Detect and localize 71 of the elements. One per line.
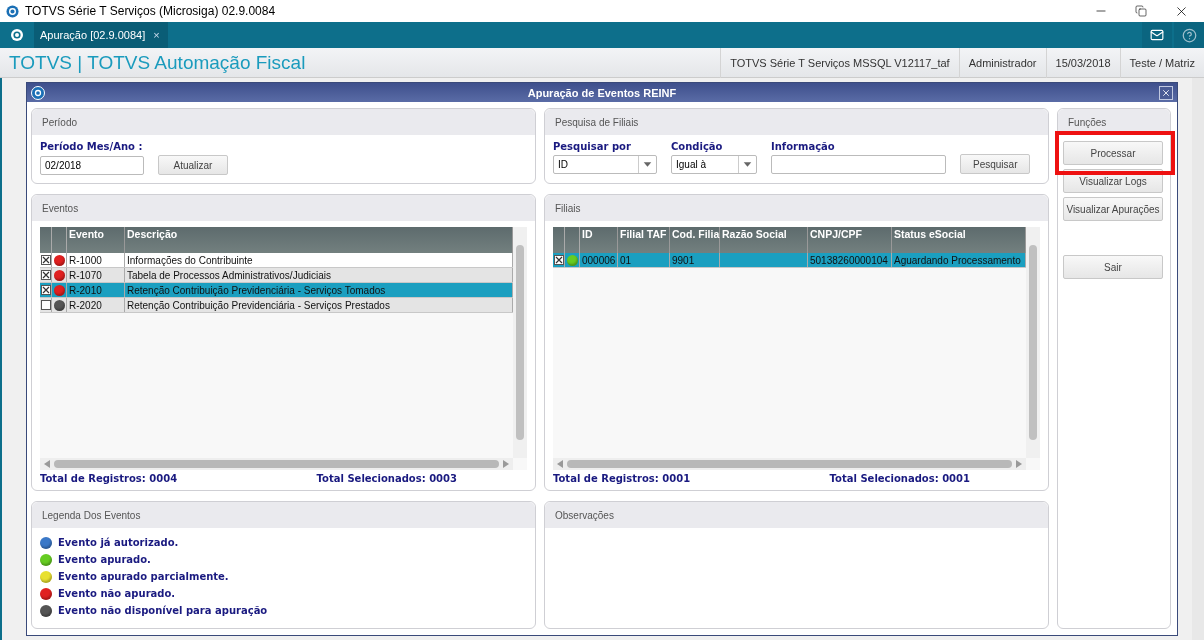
app-logo-icon [6,4,19,18]
table-cell: R-2020 [67,298,125,312]
function-button[interactable]: Processar [1063,141,1163,165]
legend-label: Evento apurado parcialmente. [58,571,229,582]
field-label: Condição [671,141,724,152]
horizontal-scrollbar[interactable] [553,458,1026,470]
panel-title: Funções [1068,116,1107,128]
dropdown[interactable]: Igual à [671,155,757,174]
table-row[interactable]: 000006 01 9901 50138260000104 Aguardando Processamento [553,253,1026,268]
panel-title: Período [42,116,78,128]
table-row[interactable]: R-2010 Retenção Contribuição Previdenciária - Serviços Tomados [40,283,513,298]
checkbox[interactable] [40,270,51,280]
close-icon [1161,87,1171,98]
horizontal-scrollbar[interactable] [40,458,513,470]
panel-title: Filiais [555,202,581,214]
panel-title: Eventos [42,202,79,214]
dropdown[interactable]: ID [553,155,657,174]
checkbox[interactable] [40,255,51,265]
help-icon[interactable] [1181,27,1197,43]
header-info: 15/03/2018 [1045,47,1120,78]
legend-label: Evento não apurado. [58,588,176,599]
input-field[interactable] [771,155,946,174]
mail-icon[interactable] [1150,28,1164,42]
dialog-logo-icon [31,85,45,100]
field-label: Pesquisar por [553,141,632,152]
window-title: TOTVS Série T Serviços (Microsiga) 02.9.0084 [25,4,277,18]
total-records: Total de Registros: 0004 [40,473,178,484]
dialog-title: Apuração de Eventos REINF [526,86,678,99]
header-info: TOTVS Série T Serviços MSSQL V12117_taf [720,47,959,78]
panel-title: Pesquisa de Filiais [555,116,639,128]
app-title: TOTVS | TOTVS Automação Fiscal [8,51,307,74]
search-button[interactable]: Pesquisar [960,154,1030,174]
exit-button[interactable]: Sair [1063,255,1163,279]
table-cell: 01 [618,253,670,267]
total-selected: Total Selecionados: 0003 [316,473,457,484]
period-field[interactable]: 02/2018 [40,156,144,175]
table-cell: R-2010 [67,283,125,297]
checkbox[interactable] [553,255,564,265]
app-tab[interactable]: Apuração [02.9.0084] × [34,22,168,48]
refresh-logo-icon[interactable] [10,28,24,42]
update-button[interactable]: Atualizar [158,155,228,175]
table-cell: 000006 [580,253,618,267]
total-records: Total de Registros: 0001 [553,473,691,484]
field-label: Período Mes/Ano : [40,141,144,152]
vertical-scrollbar[interactable] [513,227,527,458]
table-row[interactable]: R-2020 Retenção Contribuição Previdenciária - Serviços Prestados [40,298,513,313]
legend-label: Evento apurado. [58,554,151,565]
scroll-left-icon[interactable] [44,460,50,468]
legend-label: Evento já autorizado. [58,537,179,548]
table-cell: 50138260000104 [808,253,892,267]
function-button[interactable]: Visualizar Apurações [1063,197,1163,221]
legend-label: Evento não disponível para apuração [58,605,268,616]
vertical-scrollbar[interactable] [1026,227,1040,458]
header-info: Administrador [958,47,1046,78]
field-label: Informação [771,141,836,152]
panel-title: Observações [555,509,614,521]
panel-title: Legenda Dos Eventos [42,509,141,521]
table-row[interactable]: R-1070 Tabela de Processos Administrativos/Judiciais [40,268,513,283]
checkbox[interactable] [40,285,51,295]
header-info: Teste / Matriz [1119,47,1204,78]
restore-icon [1135,5,1147,17]
checkbox[interactable] [40,300,51,310]
scroll-right-icon[interactable] [503,460,509,468]
total-selected: Total Selecionados: 0001 [829,473,970,484]
scroll-right-icon[interactable] [1016,460,1022,468]
table-cell: R-1070 [67,268,125,282]
table-cell: R-1000 [67,253,125,267]
close-button[interactable] [1159,85,1173,100]
scroll-left-icon[interactable] [557,460,563,468]
table-cell: 9901 [670,253,720,267]
table-row[interactable]: R-1000 Informações do Contribuinte [40,253,513,268]
